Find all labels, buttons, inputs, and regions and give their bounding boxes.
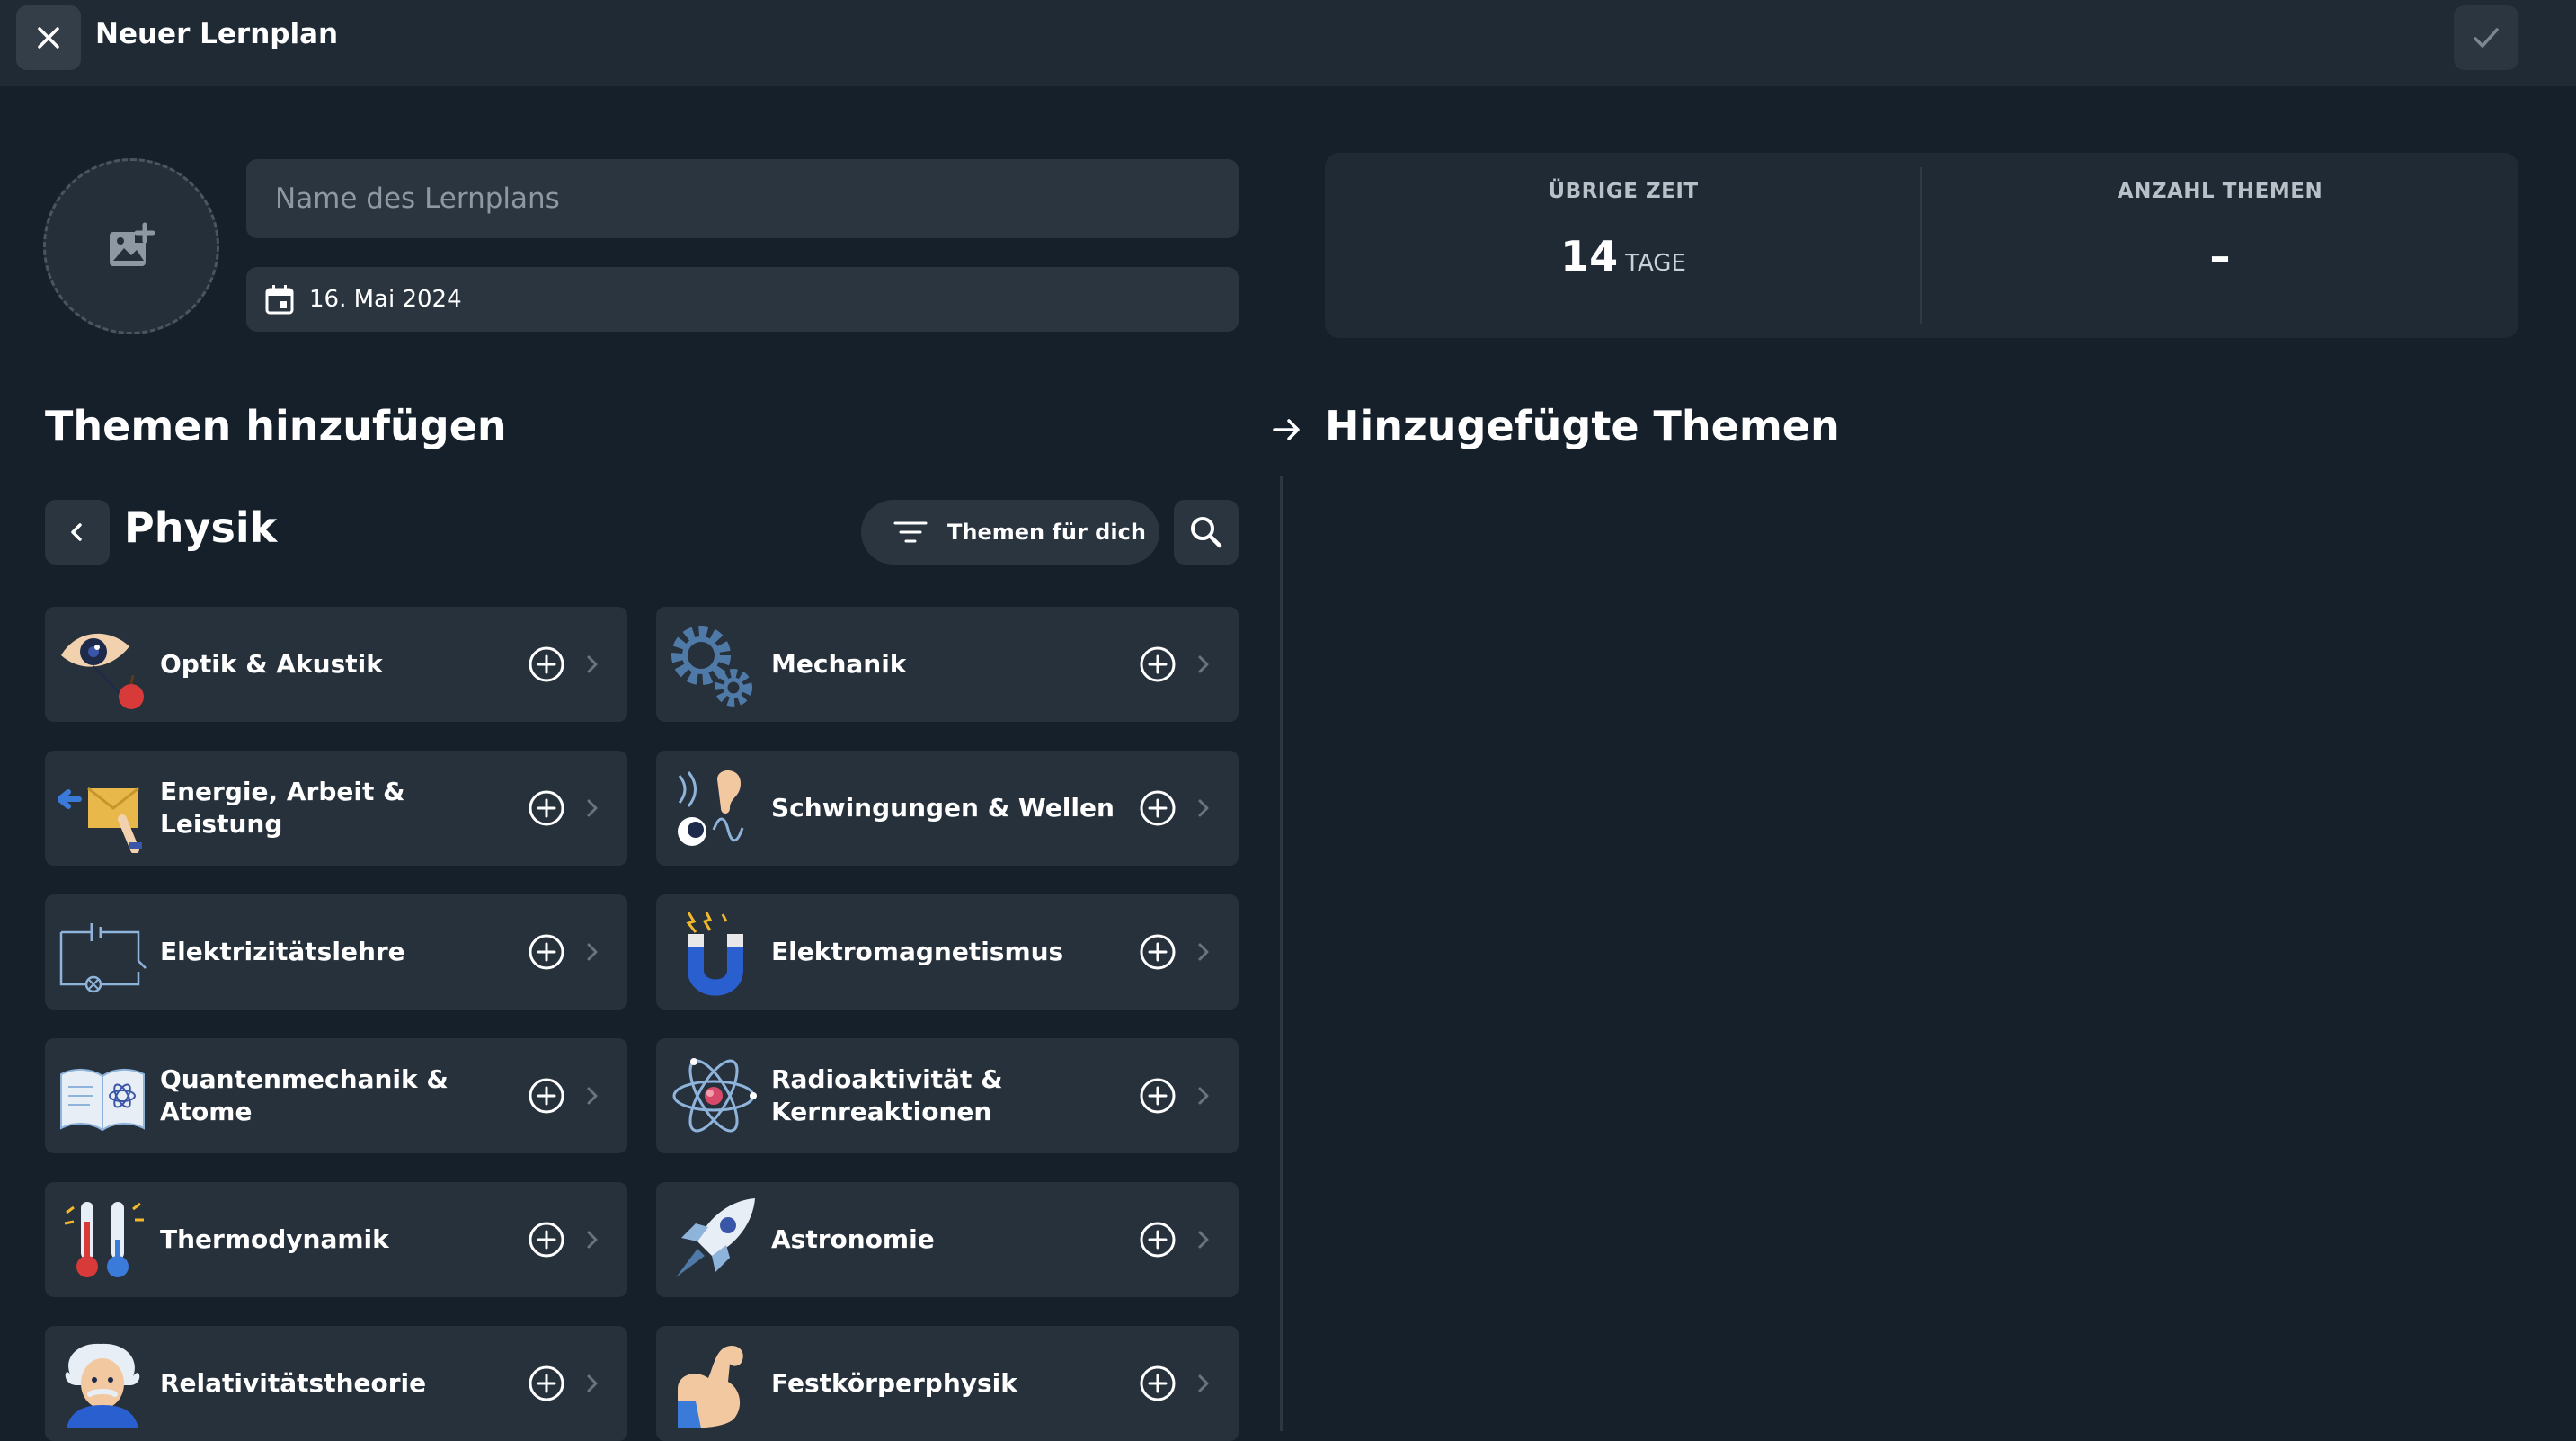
topic-count-label: ANZAHL THEMEN <box>2117 180 2323 203</box>
add-topics-heading: Themen hinzufügen <box>45 402 507 450</box>
add-circle-icon[interactable] <box>1138 1364 1177 1403</box>
added-topics-heading: Hinzugefügte Themen <box>1325 402 1840 450</box>
thermometers-icon <box>64 1202 144 1277</box>
filter-icon <box>893 521 928 543</box>
chevron-right-icon <box>1198 1087 1209 1105</box>
calendar-icon <box>265 285 294 315</box>
check-icon <box>2474 28 2499 48</box>
chevron-right-icon <box>587 799 598 817</box>
filter-label: Themen für dich <box>947 520 1146 545</box>
topic-card[interactable]: Elektromagnetismus <box>656 894 1239 1010</box>
add-circle-icon[interactable] <box>527 1364 566 1403</box>
date-field[interactable]: 16. Mai 2024 <box>246 267 1239 332</box>
add-circle-icon[interactable] <box>527 788 566 828</box>
topic-card[interactable]: Elektrizitätslehre <box>45 894 627 1010</box>
book-atom-icon <box>60 1069 145 1132</box>
close-button[interactable] <box>16 5 81 70</box>
topic-card[interactable]: Relativitätstheorie <box>45 1326 627 1441</box>
add-circle-icon[interactable] <box>527 1220 566 1259</box>
chevron-left-icon <box>71 523 82 541</box>
gears-icon <box>671 626 752 707</box>
chevron-right-icon <box>1198 1374 1209 1392</box>
topic-count-stat: ANZAHL THEMEN – <box>1922 153 2518 338</box>
add-circle-icon[interactable] <box>1138 1220 1177 1259</box>
chevron-right-icon <box>587 1087 598 1105</box>
subject-title: Physik <box>124 503 278 552</box>
topic-label: Thermodynamik <box>160 1224 389 1254</box>
plan-name-input[interactable] <box>246 159 1239 238</box>
topic-card[interactable]: Festkörperphysik <box>656 1326 1239 1441</box>
topic-label: Festkörperphysik <box>771 1368 1017 1398</box>
topic-card[interactable]: Energie, Arbeit & Leistung <box>45 751 627 866</box>
topic-card[interactable]: Quantenmechanik & Atome <box>45 1038 627 1153</box>
back-button[interactable] <box>45 500 110 565</box>
add-circle-icon[interactable] <box>527 1076 566 1116</box>
topic-card[interactable]: Optik & Akustik <box>45 607 627 722</box>
topic-label: Schwingungen & Wellen <box>771 793 1115 823</box>
topic-label: Astronomie <box>771 1224 935 1254</box>
atom-icon <box>672 1058 757 1133</box>
remaining-time-value: 14 TAGE <box>1560 232 1686 280</box>
add-circle-icon[interactable] <box>1138 932 1177 972</box>
ear-wave-icon <box>678 769 744 846</box>
add-circle-icon[interactable] <box>1138 788 1177 828</box>
push-box-icon <box>58 787 142 853</box>
filter-button[interactable]: Themen für dich <box>861 500 1159 565</box>
add-circle-icon[interactable] <box>527 932 566 972</box>
chevron-right-icon <box>587 655 598 673</box>
top-bar: Neuer Lernplan <box>0 0 2576 86</box>
topic-label: Elektrizitätslehre <box>160 937 405 966</box>
eye-apple-icon <box>61 633 144 709</box>
chevron-right-icon <box>1198 1231 1209 1249</box>
topic-label: Quantenmechanik & Atome <box>160 1064 449 1126</box>
plan-image-picker[interactable] <box>43 158 219 334</box>
circuit-icon <box>59 923 147 993</box>
topic-label: Elektromagnetismus <box>771 937 1064 966</box>
topic-label: Radioaktivität & Kernreaktionen <box>771 1064 1003 1126</box>
panel-divider <box>1280 476 1283 1431</box>
einstein-icon <box>65 1343 140 1428</box>
flexed-arm-icon <box>678 1345 743 1428</box>
rocket-icon <box>676 1198 755 1277</box>
chevron-right-icon <box>587 1231 598 1249</box>
remaining-time-stat: ÜBRIGE ZEIT 14 TAGE <box>1325 153 1922 338</box>
chevron-right-icon <box>1198 655 1209 673</box>
chevron-right-icon <box>1198 943 1209 961</box>
topic-label: Optik & Akustik <box>160 649 383 679</box>
chevron-right-icon <box>587 943 598 961</box>
confirm-button[interactable] <box>2454 5 2518 70</box>
topic-card[interactable]: Mechanik <box>656 607 1239 722</box>
stats-card: ÜBRIGE ZEIT 14 TAGE ANZAHL THEMEN – <box>1325 153 2518 338</box>
topic-card[interactable]: Schwingungen & Wellen <box>656 751 1239 866</box>
arrow-right-icon <box>1273 419 1300 440</box>
remaining-time-label: ÜBRIGE ZEIT <box>1548 180 1699 203</box>
topic-card[interactable]: Radioaktivität & Kernreaktionen <box>656 1038 1239 1153</box>
chevron-right-icon <box>587 1374 598 1392</box>
topic-card[interactable]: Astronomie <box>656 1182 1239 1297</box>
topic-card[interactable]: Thermodynamik <box>45 1182 627 1297</box>
add-image-icon <box>110 222 155 266</box>
topic-count-value: – <box>2209 232 2231 280</box>
topic-label: Mechanik <box>771 649 907 679</box>
search-icon <box>1191 517 1222 548</box>
magnet-icon <box>686 912 743 996</box>
topic-label: Relativitätstheorie <box>160 1368 427 1398</box>
chevron-right-icon <box>1198 799 1209 817</box>
add-circle-icon[interactable] <box>1138 645 1177 684</box>
topic-label: Energie, Arbeit & Leistung <box>160 777 405 839</box>
page-title: Neuer Lernplan <box>95 18 339 50</box>
add-circle-icon[interactable] <box>1138 1076 1177 1116</box>
date-value: 16. Mai 2024 <box>309 286 462 313</box>
close-icon <box>38 27 59 49</box>
add-circle-icon[interactable] <box>527 645 566 684</box>
search-button[interactable] <box>1174 500 1239 565</box>
